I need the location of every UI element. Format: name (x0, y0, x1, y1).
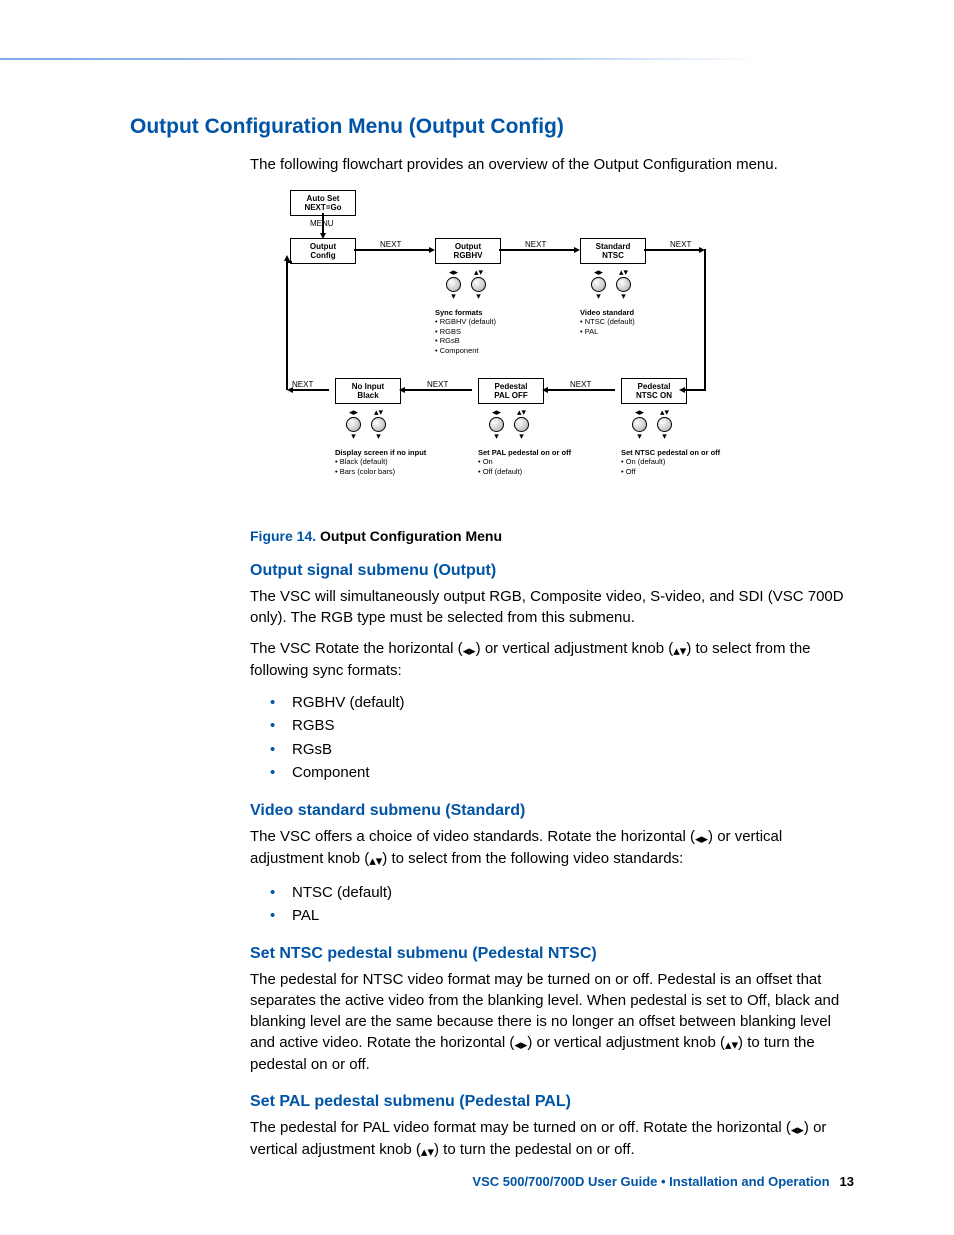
list-item: RGBS (270, 714, 854, 737)
page-title: Output Configuration Menu (Output Config… (130, 115, 854, 139)
list-item: RGsB (270, 738, 854, 761)
flow-node-standard-ntsc: StandardNTSC (580, 238, 646, 264)
horizontal-knob-icon: ◂▸ (514, 1036, 527, 1054)
flow-label-menu: MENU (310, 219, 334, 228)
flow-label-next: NEXT (670, 240, 691, 249)
list-item: Component (270, 761, 854, 784)
intro-paragraph: The following flowchart provides an over… (250, 154, 854, 175)
horizontal-knob-icon: ◂▸ (695, 830, 708, 848)
vertical-knob-icon: ▴▾ (421, 1143, 434, 1161)
list-item: RGBHV (default) (270, 691, 854, 714)
flow-desc-vstd: Video standard • NTSC (default) • PAL (580, 308, 690, 336)
flow-label-next: NEXT (427, 380, 448, 389)
paragraph: The VSC will simultaneously output RGB, … (250, 586, 854, 628)
flow-node-pedestal-ntsc: PedestalNTSC ON (621, 378, 687, 404)
flow-label-next: NEXT (380, 240, 401, 249)
figure-caption: Figure 14. Output Configuration Menu (250, 528, 854, 544)
knob-icons: ◂▸▾ ▴▾▾ (591, 268, 631, 301)
paragraph: The VSC offers a choice of video standar… (250, 826, 854, 870)
flow-desc-pntsc: Set NTSC pedestal on or off • On (defaul… (621, 448, 756, 476)
paragraph: The pedestal for NTSC video format may b… (250, 969, 854, 1075)
flow-desc-ppal: Set PAL pedestal on or off • On • Off (d… (478, 448, 608, 476)
video-standards-list: NTSC (default) PAL (270, 881, 854, 928)
knob-icons: ◂▸▾ ▴▾▾ (446, 268, 486, 301)
flow-label-next: NEXT (292, 380, 313, 389)
flow-label-next: NEXT (525, 240, 546, 249)
flow-node-no-input-black: No InputBlack (335, 378, 401, 404)
list-item: NTSC (default) (270, 881, 854, 904)
heading-pal-pedestal: Set PAL pedestal submenu (Pedestal PAL) (250, 1093, 854, 1111)
paragraph: The pedestal for PAL video format may be… (250, 1117, 854, 1161)
paragraph: The VSC Rotate the horizontal (◂▸) or ve… (250, 638, 854, 681)
page-footer: VSC 500/700/700D User Guide • Installati… (472, 1174, 854, 1189)
sync-formats-list: RGBHV (default) RGBS RGsB Component (270, 691, 854, 784)
vertical-knob-icon: ▴▾ (725, 1036, 738, 1054)
heading-video-standard: Video standard submenu (Standard) (250, 802, 854, 820)
top-rule (0, 58, 760, 60)
flow-node-pedestal-pal: PedestalPAL OFF (478, 378, 544, 404)
flow-label-next: NEXT (570, 380, 591, 389)
knob-icons: ◂▸▾ ▴▾▾ (632, 408, 672, 441)
horizontal-knob-icon: ◂▸ (463, 642, 476, 660)
vertical-knob-icon: ▴▾ (369, 852, 382, 870)
list-item: PAL (270, 904, 854, 927)
flow-desc-sync: Sync formats • RGBHV (default) • RGBS • … (435, 308, 545, 355)
knob-icons: ◂▸▾ ▴▾▾ (346, 408, 386, 441)
vertical-knob-icon: ▴▾ (673, 642, 686, 660)
flow-node-output-rgbhv: OutputRGBHV (435, 238, 501, 264)
knob-icons: ◂▸▾ ▴▾▾ (489, 408, 529, 441)
flow-desc-noinput: Display screen if no input • Black (defa… (335, 448, 455, 476)
horizontal-knob-icon: ◂▸ (791, 1121, 804, 1139)
flowchart: Auto SetNEXT=Go MENU OutputConfig Output… (260, 190, 760, 510)
page-number: 13 (840, 1174, 854, 1189)
heading-ntsc-pedestal: Set NTSC pedestal submenu (Pedestal NTSC… (250, 945, 854, 963)
flow-node-output-config: OutputConfig (290, 238, 356, 264)
heading-output-signal: Output signal submenu (Output) (250, 562, 854, 580)
page-content: Output Configuration Menu (Output Config… (0, 0, 954, 1162)
